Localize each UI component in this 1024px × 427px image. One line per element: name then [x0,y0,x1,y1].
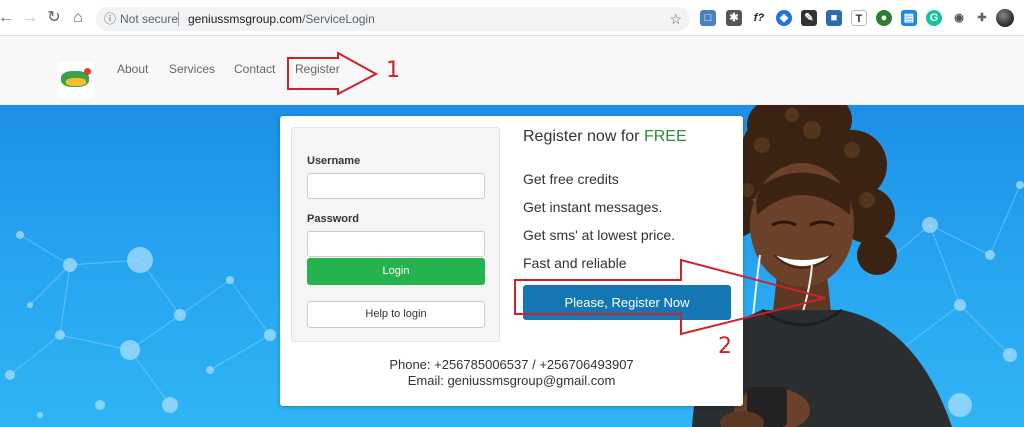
profile-avatar[interactable] [996,9,1014,27]
contact-phone: Phone: +256785006537 / +256706493907 [389,357,634,372]
drop-icon[interactable]: ◆ [776,10,792,26]
back-icon[interactable]: ← [0,8,16,28]
help-to-login-button[interactable]: Help to login [307,301,485,328]
security-label: Not secure [120,12,179,26]
bookmark-star-icon[interactable]: ☆ [669,7,682,31]
nav-contact[interactable]: Contact [234,62,275,76]
username-label: Username [307,155,361,167]
url-text[interactable]: geniussmsgroup.com/ServiceLogin [188,7,375,31]
annotation-arrow-2 [514,258,826,336]
password-input[interactable] [307,231,485,257]
username-input[interactable] [307,173,485,199]
globe-icon[interactable]: ● [876,10,892,26]
login-form: Username Password Login Help to login [291,127,500,342]
extensions-icon[interactable]: ✚ [974,10,990,26]
address-bar[interactable]: ⓘ Not secure geniussmsgroup.com/ServiceL… [96,7,690,31]
annotation-step-2: 2 [718,334,732,359]
home-icon[interactable]: ⌂ [68,8,88,28]
puzzle-icon[interactable]: ✱ [726,10,742,26]
free-label: FREE [643,128,687,145]
forward-icon[interactable]: → [20,8,40,28]
browser-toolbar: ← → ↻ ⌂ ⓘ Not secure geniussmsgroup.com/… [0,0,1024,36]
annotation-arrow-1 [287,52,379,96]
text-icon[interactable]: T [851,10,867,26]
info-icon[interactable]: ⓘ [104,7,118,31]
annotation-step-1: 1 [386,58,400,83]
feature-item: Get sms' at lowest price. [523,227,676,243]
key-icon[interactable]: ■ [826,10,842,26]
formula-icon[interactable]: f? [751,10,767,26]
feature-item: Get instant messages. [523,199,663,215]
pen-icon[interactable]: ✎ [801,10,817,26]
site-header: About Services Contact Register [0,36,1024,105]
contact-email: Email: geniussmsgroup@gmail.com [407,373,616,388]
nav-about[interactable]: About [117,62,148,76]
nav-services[interactable]: Services [169,62,215,76]
camera-icon[interactable]: ◉ [951,10,967,26]
tab-icon[interactable]: ▤ [901,10,917,26]
address-book-icon[interactable]: □ [700,10,716,26]
register-heading: Register now for FREE [523,128,687,145]
feature-item: Get free credits [523,171,619,187]
password-label: Password [307,213,359,225]
grammarly-icon[interactable]: G [926,10,942,26]
login-button[interactable]: Login [307,258,485,285]
site-logo[interactable] [58,62,94,98]
divider [178,12,179,26]
reload-icon[interactable]: ↻ [44,8,64,28]
